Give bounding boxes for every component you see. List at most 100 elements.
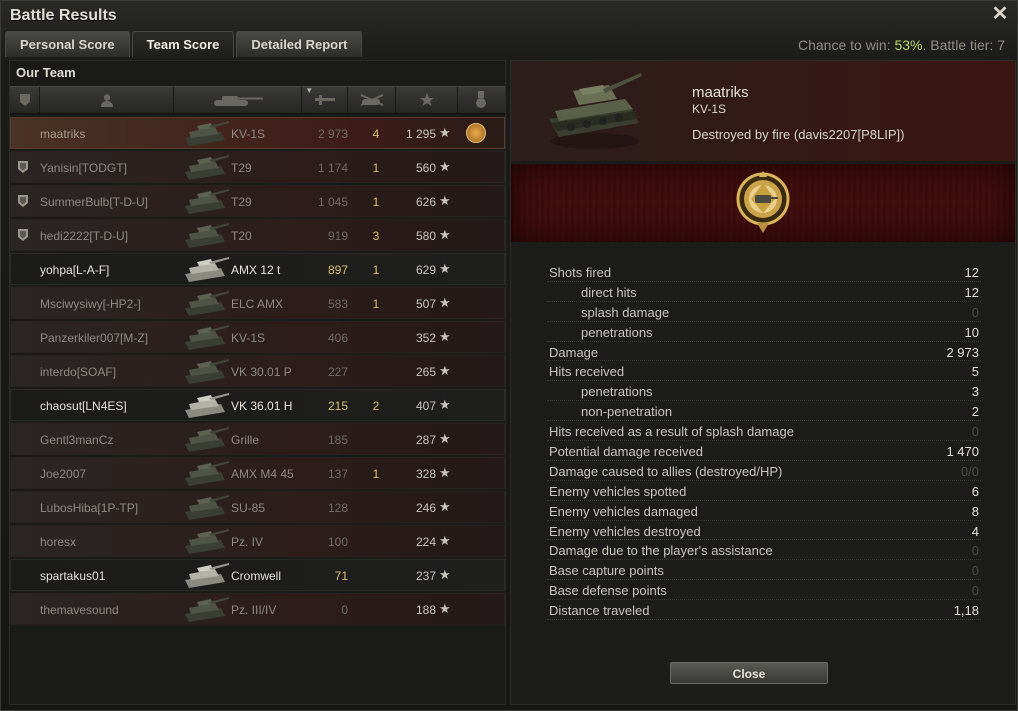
- xp-value: 1 295: [405, 127, 436, 141]
- star-icon: ★: [439, 261, 451, 276]
- medal-icon[interactable]: [458, 87, 503, 113]
- stat-row: Shots fired 12: [547, 262, 981, 282]
- vehicle-name: T29: [231, 161, 252, 175]
- stat-value: 4: [971, 523, 979, 539]
- stat-label: Enemy vehicles spotted: [549, 483, 687, 499]
- star-icon: ★: [439, 159, 451, 174]
- stat-row: Distance traveled 1,18: [547, 600, 981, 621]
- table-row[interactable]: themavesound Pz. III/IV 0 188 ★: [10, 593, 505, 625]
- star-icon: ★: [439, 533, 451, 548]
- tab-bar: Personal Score Team Score Detailed Repor…: [5, 31, 363, 57]
- table-row[interactable]: Panzerkiler007[M-Z] KV-1S 406 352 ★: [10, 321, 505, 353]
- vehicle-name: Grille: [231, 433, 260, 447]
- tab-team-score[interactable]: Team Score: [131, 31, 235, 57]
- vehicle-name: AMX M4 45: [231, 467, 294, 481]
- achievement-medal-icon[interactable]: [735, 169, 791, 235]
- battle-tier: . Battle tier: 7: [922, 37, 1005, 53]
- xp-value: 407: [415, 399, 436, 413]
- player-name: themavesound: [40, 603, 119, 617]
- table-row[interactable]: LubosHiba[1P-TP] SU-85 128 246 ★: [10, 491, 505, 523]
- table-row[interactable]: Gentl3manCz Grille 185 287 ★: [10, 423, 505, 455]
- kills-value: 1: [372, 263, 380, 277]
- tab-detailed-report[interactable]: Detailed Report: [236, 31, 363, 57]
- player-icon[interactable]: [40, 87, 174, 113]
- xp-value: 580: [415, 229, 436, 243]
- damage-icon[interactable]: ▾: [302, 85, 348, 113]
- medal-icon[interactable]: [466, 123, 486, 143]
- stat-value: 2 973: [946, 344, 979, 360]
- table-row[interactable]: SummerBulb[T-D-U] T29 1 045 1 626 ★: [10, 185, 505, 217]
- player-name: spartakus01: [40, 569, 106, 583]
- stat-row: penetrations 3: [547, 381, 981, 402]
- squad-badge-icon: [18, 229, 28, 241]
- tab-personal-score[interactable]: Personal Score: [5, 31, 130, 57]
- table-row[interactable]: chaosut[LN4ES] VK 36.01 H 215 2 407 ★: [10, 389, 505, 421]
- close-icon[interactable]: ✕: [991, 4, 1009, 24]
- squad-icon[interactable]: [10, 87, 40, 113]
- stat-label: Base capture points: [549, 563, 664, 579]
- stat-row: Base capture points 0: [547, 560, 981, 581]
- squad-badge-icon: [18, 195, 28, 207]
- kills-value: 3: [372, 229, 380, 243]
- damage-value: 185: [327, 433, 348, 447]
- vehicle-thumbnail-icon: [183, 120, 229, 146]
- xp-star-icon[interactable]: [396, 87, 458, 113]
- vehicle-icon[interactable]: [174, 87, 302, 113]
- player-name: chaosut[LN4ES]: [40, 399, 127, 413]
- table-row[interactable]: spartakus01 Cromwell 71 237 ★: [10, 559, 505, 591]
- table-row[interactable]: Msciwysiwy[-HP2-] ELC AMX 583 1 507 ★: [10, 287, 505, 319]
- chance-value: 53%: [894, 37, 923, 53]
- battle-results-window: Battle Results ✕ Personal Score Team Sco…: [0, 0, 1018, 711]
- stat-row: Hits received as a result of splash dama…: [547, 421, 981, 442]
- xp-value: 246: [415, 501, 436, 515]
- stat-value: 12: [964, 284, 979, 300]
- table-row[interactable]: maatriks KV-1S 2 973 4 1 295 ★: [10, 117, 505, 149]
- kills-icon[interactable]: [348, 87, 396, 113]
- vehicle-name: T20: [231, 229, 252, 243]
- stat-row: Enemy vehicles damaged 8: [547, 501, 981, 521]
- team-label: Our Team: [16, 65, 76, 80]
- table-row[interactable]: hedi2222[T-D-U] T20 919 3 580 ★: [10, 219, 505, 251]
- xp-value: 560: [415, 161, 436, 175]
- stat-value: 0: [971, 543, 979, 559]
- vehicle-name: SU-85: [231, 501, 266, 515]
- player-name: Joe2007: [40, 467, 87, 481]
- close-button[interactable]: Close: [670, 662, 828, 684]
- table-row[interactable]: horesx Pz. IV 100 224 ★: [10, 525, 505, 557]
- stat-label: Damage: [549, 344, 599, 360]
- stat-label: Enemy vehicles damaged: [549, 503, 698, 519]
- detail-tank-name: KV-1S: [692, 102, 727, 116]
- star-icon: ★: [439, 295, 451, 310]
- team-rows: maatriks KV-1S 2 973 4 1 295 ★ Yanisin[T…: [10, 117, 505, 627]
- player-header: maatriks KV-1S Destroyed by fire (davis2…: [511, 61, 1015, 161]
- kills-value: 1: [372, 297, 380, 311]
- vehicle-name: T29: [231, 195, 252, 209]
- vehicle-thumbnail-icon: [183, 188, 229, 214]
- star-icon: ★: [439, 227, 451, 242]
- table-header: ▾: [10, 85, 505, 114]
- vehicle-thumbnail-icon: [183, 562, 229, 588]
- damage-value: 227: [327, 365, 348, 379]
- vehicle-name: Pz. IV: [231, 535, 264, 549]
- xp-value: 287: [415, 433, 436, 447]
- table-row[interactable]: Joe2007 AMX M4 45 137 1 328 ★: [10, 457, 505, 489]
- stat-label: Potential damage received: [549, 444, 703, 460]
- vehicle-name: VK 36.01 H: [231, 399, 293, 413]
- star-icon: ★: [439, 431, 451, 446]
- player-name: Msciwysiwy[-HP2-]: [40, 297, 141, 311]
- window-title: Battle Results: [10, 7, 117, 24]
- xp-value: 188: [415, 603, 436, 617]
- kills-value: 4: [372, 127, 380, 141]
- stat-row: Potential damage received 1 470: [547, 441, 981, 461]
- stat-row: Enemy vehicles destroyed 4: [547, 521, 981, 541]
- table-row[interactable]: Yanisin[TODGT] T29 1 174 1 560 ★: [10, 151, 505, 183]
- stat-row: Enemy vehicles spotted 6: [547, 481, 981, 501]
- damage-value: 1 174: [317, 161, 348, 175]
- death-reason: Destroyed by fire (davis2207[P8LIP]): [692, 127, 905, 142]
- star-icon: ★: [439, 397, 451, 412]
- stat-row: Damage 2 973: [547, 342, 981, 362]
- damage-value: 897: [327, 263, 348, 277]
- vehicle-name: VK 30.01 P: [231, 365, 292, 379]
- table-row[interactable]: interdo[SOAF] VK 30.01 P 227 265 ★: [10, 355, 505, 387]
- table-row[interactable]: yohpa[L-A-F] AMX 12 t 897 1 629 ★: [10, 253, 505, 285]
